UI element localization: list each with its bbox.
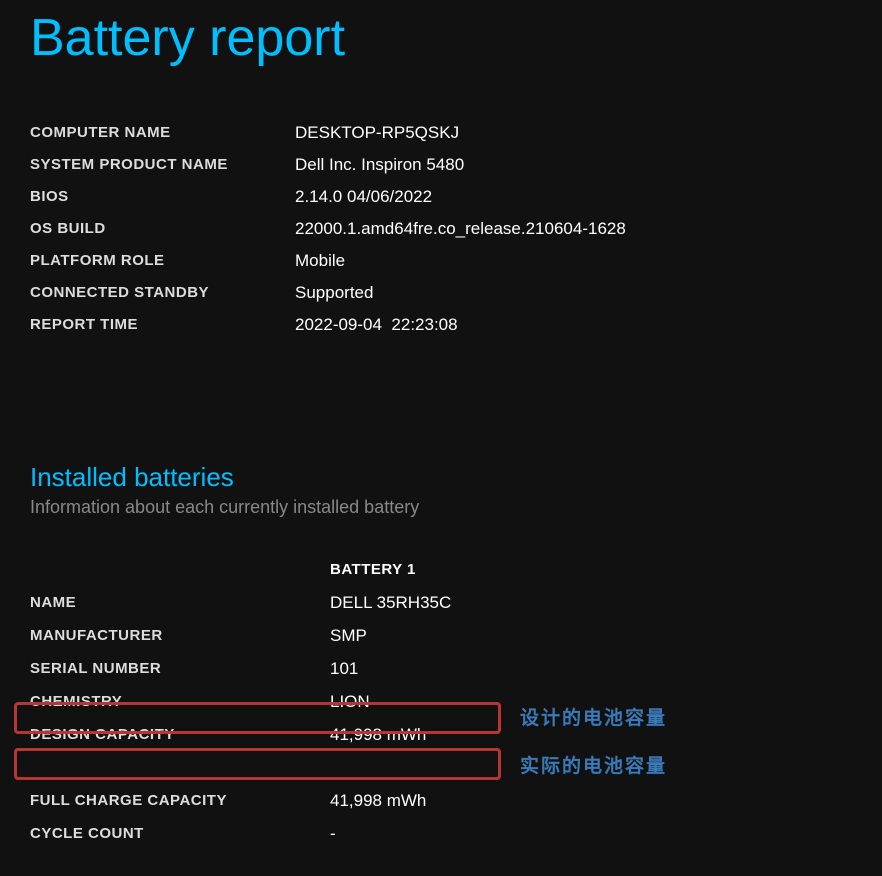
battery-serial-value: 101 (330, 652, 852, 685)
report-time-value: 2022-09-04 22:23:08 (295, 310, 852, 342)
battery-manufacturer-row: MANUFACTURER SMP (30, 619, 852, 652)
platform-role-label: PLATFORM ROLE (30, 246, 295, 278)
system-info-table: COMPUTER NAME DESKTOP-RP5QSKJ SYSTEM PRO… (30, 118, 852, 342)
battery-manufacturer-value: SMP (330, 619, 852, 652)
battery-serial-row: SERIAL NUMBER 101 (30, 652, 852, 685)
page-title: Battery report (30, 0, 852, 118)
system-product-row: SYSTEM PRODUCT NAME Dell Inc. Inspiron 5… (30, 150, 852, 182)
computer-name-value: DESKTOP-RP5QSKJ (295, 118, 852, 150)
batteries-section-title: Installed batteries (30, 462, 852, 493)
battery-chemistry-row: CHEMISTRY LION (30, 685, 852, 718)
battery-header-empty (30, 553, 330, 586)
report-time-row: REPORT TIME 2022-09-04 22:23:08 (30, 310, 852, 342)
battery-chemistry-label: CHEMISTRY (30, 685, 330, 718)
annotation-design-capacity: 设计的电池容量 (520, 703, 667, 730)
annotation-actual-capacity: 实际的电池容量 (520, 751, 667, 778)
system-product-label: SYSTEM PRODUCT NAME (30, 150, 295, 182)
connected-standby-row: CONNECTED STANDBY Supported (30, 278, 852, 310)
battery-cycle-count-row: CYCLE COUNT - (30, 817, 852, 850)
platform-role-value: Mobile (295, 246, 852, 278)
battery-full-charge-value: 41,998 mWh (330, 784, 852, 817)
battery-manufacturer-label: MANUFACTURER (30, 619, 330, 652)
computer-name-row: COMPUTER NAME DESKTOP-RP5QSKJ (30, 118, 852, 150)
bios-row: BIOS 2.14.0 04/06/2022 (30, 182, 852, 214)
bios-value: 2.14.0 04/06/2022 (295, 182, 852, 214)
battery-header-row: BATTERY 1 (30, 553, 852, 586)
os-build-row: OS BUILD 22000.1.amd64fre.co_release.210… (30, 214, 852, 246)
battery-cycle-count-label: CYCLE COUNT (30, 817, 330, 850)
battery-cycle-count-value: - (330, 817, 852, 850)
battery-name-value: DELL 35RH35C (330, 586, 852, 619)
system-product-value: Dell Inc. Inspiron 5480 (295, 150, 852, 182)
computer-name-label: COMPUTER NAME (30, 118, 295, 150)
connected-standby-value: Supported (295, 278, 852, 310)
battery-name-label: NAME (30, 586, 330, 619)
spacer (30, 751, 330, 784)
platform-role-row: PLATFORM ROLE Mobile (30, 246, 852, 278)
battery-full-charge-row: FULL CHARGE CAPACITY 41,998 mWh (30, 784, 852, 817)
battery-design-capacity-row: DESIGN CAPACITY 41,998 mWh (30, 718, 852, 751)
battery-table: BATTERY 1 NAME DELL 35RH35C MANUFACTURER… (30, 553, 852, 850)
batteries-section-subtitle: Information about each currently install… (30, 497, 852, 518)
battery-spacer-row (30, 751, 852, 784)
os-build-label: OS BUILD (30, 214, 295, 246)
report-time-label: REPORT TIME (30, 310, 295, 342)
battery-serial-label: SERIAL NUMBER (30, 652, 330, 685)
battery-design-capacity-label: DESIGN CAPACITY (30, 718, 330, 751)
connected-standby-label: CONNECTED STANDBY (30, 278, 295, 310)
battery-header-value: BATTERY 1 (330, 553, 852, 586)
bios-label: BIOS (30, 182, 295, 214)
battery-name-row: NAME DELL 35RH35C (30, 586, 852, 619)
os-build-value: 22000.1.amd64fre.co_release.210604-1628 (295, 214, 852, 246)
battery-full-charge-label: FULL CHARGE CAPACITY (30, 784, 330, 817)
